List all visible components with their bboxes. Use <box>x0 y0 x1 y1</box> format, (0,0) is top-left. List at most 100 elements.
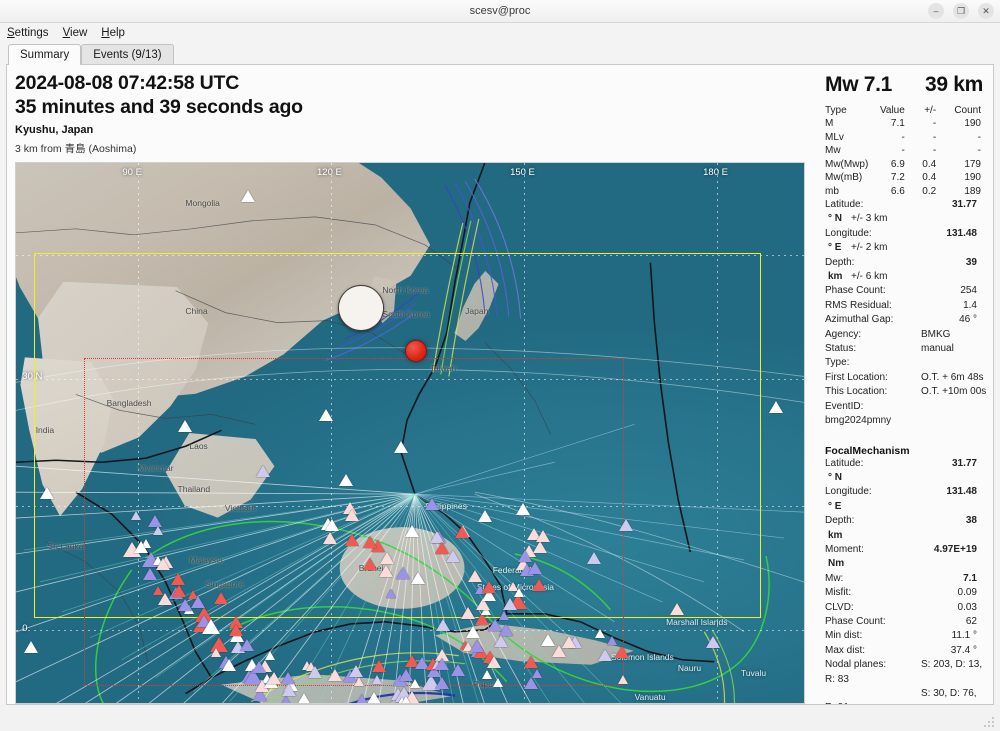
station-marker[interactable] <box>524 677 538 689</box>
station-marker[interactable] <box>143 568 157 580</box>
station-marker[interactable] <box>466 626 480 638</box>
station-marker[interactable] <box>468 570 482 582</box>
station-marker[interactable] <box>202 619 220 634</box>
station-marker[interactable] <box>607 636 617 645</box>
station-marker[interactable] <box>252 661 266 673</box>
station-marker[interactable] <box>349 665 363 677</box>
station-marker[interactable] <box>372 660 386 672</box>
station-marker[interactable] <box>514 588 524 597</box>
station-marker[interactable] <box>455 526 469 538</box>
station-marker[interactable] <box>367 692 381 704</box>
station-marker[interactable] <box>598 649 612 661</box>
station-marker[interactable] <box>618 675 628 684</box>
station-marker[interactable] <box>562 636 576 648</box>
station-marker[interactable] <box>345 534 359 546</box>
station-marker[interactable] <box>171 573 185 585</box>
station-marker[interactable] <box>518 550 532 562</box>
station-marker[interactable] <box>769 401 783 413</box>
station-marker[interactable] <box>297 693 311 704</box>
station-marker[interactable] <box>363 536 377 548</box>
station-marker[interactable] <box>524 656 538 668</box>
resize-grip-icon[interactable] <box>982 715 995 728</box>
menu-help[interactable]: Help <box>101 27 125 39</box>
station-marker[interactable] <box>482 670 492 679</box>
station-marker[interactable] <box>363 558 377 570</box>
station-marker[interactable] <box>178 420 192 432</box>
station-marker[interactable] <box>503 598 517 610</box>
station-marker[interactable] <box>619 519 633 531</box>
station-marker[interactable] <box>587 552 601 564</box>
station-marker[interactable] <box>615 646 629 658</box>
station-marker[interactable] <box>335 702 349 704</box>
station-marker[interactable] <box>516 503 530 515</box>
station-marker[interactable] <box>24 641 38 653</box>
station-marker[interactable] <box>380 552 394 564</box>
station-marker[interactable] <box>214 592 228 604</box>
station-marker[interactable] <box>394 441 408 453</box>
station-marker[interactable] <box>240 639 254 651</box>
station-marker[interactable] <box>156 558 170 570</box>
station-marker[interactable] <box>487 656 501 668</box>
station-marker[interactable] <box>528 562 542 574</box>
station-marker[interactable] <box>229 624 243 636</box>
station-marker[interactable] <box>265 651 275 660</box>
station-marker[interactable] <box>153 526 163 535</box>
station-marker[interactable] <box>256 465 270 477</box>
station-marker[interactable] <box>281 672 295 684</box>
station-marker[interactable] <box>405 525 419 537</box>
station-marker[interactable] <box>328 669 342 681</box>
station-marker[interactable] <box>282 684 296 696</box>
origin-latitude-unit: ° N <box>825 212 851 226</box>
station-marker[interactable] <box>425 498 439 510</box>
station-marker[interactable] <box>372 675 382 684</box>
station-marker[interactable] <box>494 635 508 647</box>
station-marker[interactable] <box>670 603 684 615</box>
station-marker[interactable] <box>172 585 186 597</box>
station-marker[interactable] <box>436 619 450 631</box>
maximize-icon[interactable]: ❐ <box>953 3 969 19</box>
menu-view[interactable]: View <box>63 27 88 39</box>
station-marker[interactable] <box>446 550 460 562</box>
station-marker[interactable] <box>478 510 492 522</box>
station-marker[interactable] <box>267 672 281 684</box>
station-marker[interactable] <box>131 511 141 520</box>
station-marker[interactable] <box>339 474 353 486</box>
station-marker[interactable] <box>323 532 337 544</box>
station-marker[interactable] <box>178 599 192 611</box>
station-marker[interactable] <box>191 596 205 608</box>
station-marker[interactable] <box>345 509 359 521</box>
station-marker[interactable] <box>308 666 322 678</box>
station-marker[interactable] <box>451 664 465 676</box>
station-marker[interactable] <box>482 581 496 593</box>
menu-settings[interactable]: Settings <box>7 27 49 39</box>
station-marker[interactable] <box>595 629 605 638</box>
station-marker[interactable] <box>461 607 475 619</box>
station-marker[interactable] <box>396 567 410 579</box>
station-marker[interactable] <box>410 679 420 688</box>
event-map[interactable]: 90 E 120 E 150 E 180 E 30 N 0 MongoliaCh… <box>15 162 805 704</box>
station-marker[interactable] <box>493 678 503 687</box>
station-marker[interactable] <box>279 696 293 704</box>
station-marker[interactable] <box>386 589 396 598</box>
station-marker[interactable] <box>499 611 509 620</box>
station-marker[interactable] <box>401 696 411 704</box>
station-marker[interactable] <box>319 409 333 421</box>
station-marker[interactable] <box>241 190 255 202</box>
origin-depth-error: 6 km <box>866 271 888 282</box>
station-marker[interactable] <box>536 530 550 542</box>
station-marker[interactable] <box>435 658 449 670</box>
station-marker[interactable] <box>325 519 339 531</box>
tab-summary[interactable]: Summary <box>8 44 81 65</box>
tab-events[interactable]: Events (9/13) <box>81 44 173 65</box>
station-marker[interactable] <box>411 572 425 584</box>
close-icon[interactable]: ✕ <box>978 3 994 19</box>
station-marker[interactable] <box>379 565 393 577</box>
minimize-icon[interactable]: – <box>928 3 944 19</box>
station-marker[interactable] <box>533 541 547 553</box>
station-marker[interactable] <box>222 659 236 671</box>
station-marker[interactable] <box>532 579 546 591</box>
station-marker[interactable] <box>541 634 555 646</box>
station-marker[interactable] <box>40 487 54 499</box>
station-marker[interactable] <box>706 636 720 648</box>
station-marker[interactable] <box>435 677 449 689</box>
